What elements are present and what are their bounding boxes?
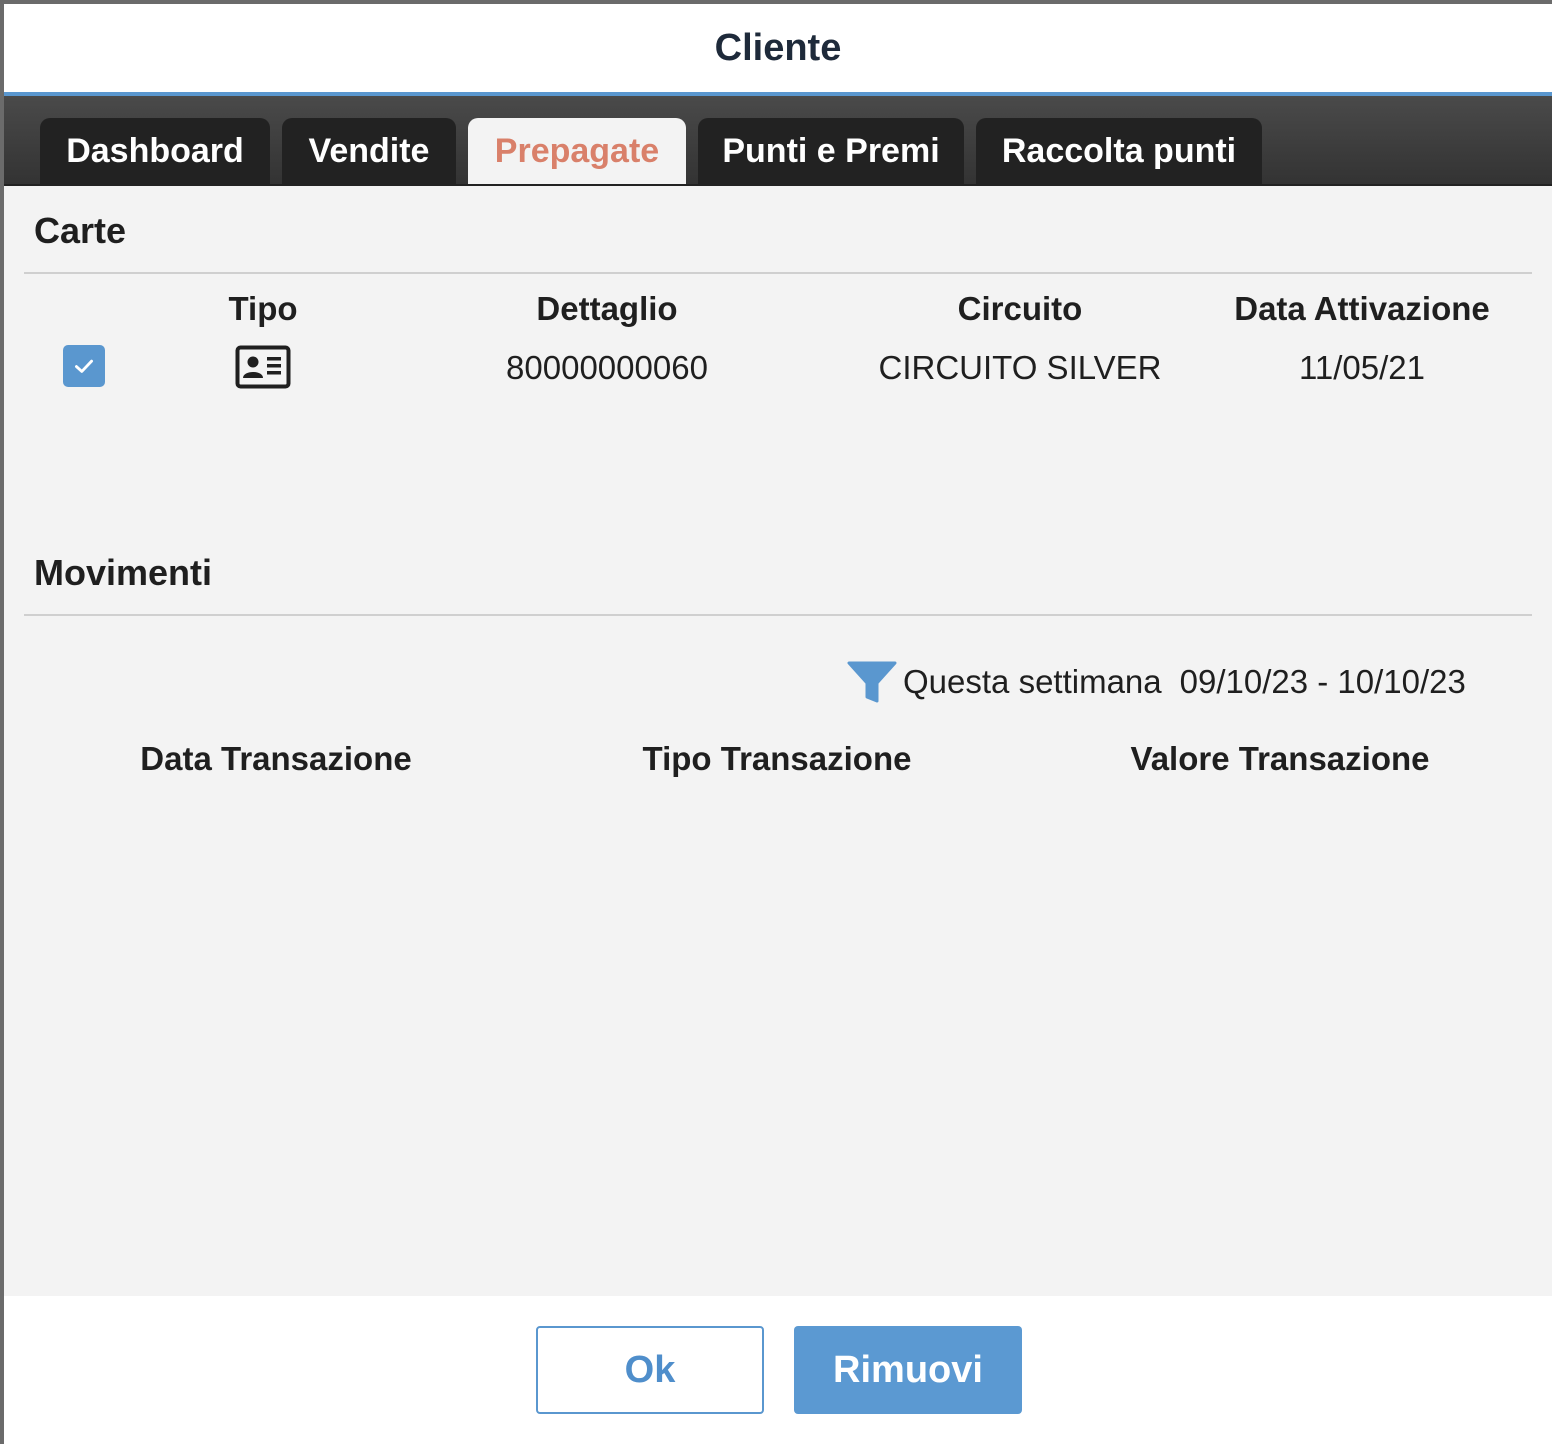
- tab-vendite[interactable]: Vendite: [282, 118, 456, 184]
- dialog-footer: Ok Rimuovi: [4, 1296, 1552, 1444]
- remove-button[interactable]: Rimuovi: [794, 1326, 1022, 1414]
- tab-punti-e-premi[interactable]: Punti e Premi: [698, 118, 964, 184]
- card-circuito: CIRCUITO SILVER: [878, 349, 1162, 386]
- filter-icon: [847, 661, 897, 703]
- card-dettaglio: 80000000060: [506, 349, 708, 386]
- filter-date-range: 09/10/23 - 10/10/23: [1179, 663, 1466, 700]
- dialog-title: Cliente: [714, 26, 842, 69]
- movimenti-section-title: Movimenti: [34, 552, 213, 593]
- movimenti-divider: [24, 614, 1532, 616]
- dialog-titlebar: Cliente: [4, 4, 1552, 96]
- check-icon: [75, 359, 93, 373]
- card-data-attivazione: 11/05/21: [1298, 349, 1425, 386]
- col-header-dettaglio: Dettaglio: [536, 290, 678, 327]
- carte-section-title: Carte: [34, 210, 127, 251]
- ok-button[interactable]: Ok: [536, 1326, 764, 1414]
- filter-label: Questa settimana: [903, 663, 1162, 700]
- client-dialog: Cliente Dashboard Vendite Prepagate Punt…: [4, 4, 1552, 1444]
- col-header-data-attivazione: Data Attivazione: [1234, 290, 1490, 327]
- tab-bar: Dashboard Vendite Prepagate Punti e Prem…: [4, 96, 1552, 186]
- col-header-tipo: Tipo: [228, 290, 298, 327]
- col-header-circuito: Circuito: [957, 290, 1083, 327]
- tab-prepagate[interactable]: Prepagate: [468, 118, 686, 184]
- tab-raccolta-punti[interactable]: Raccolta punti: [976, 118, 1262, 184]
- tab-dashboard[interactable]: Dashboard: [40, 118, 270, 184]
- col-header-data-transazione: Data Transazione: [140, 740, 412, 777]
- card-select-checkbox[interactable]: [63, 345, 105, 387]
- col-header-valore-transazione: Valore Transazione: [1130, 740, 1430, 777]
- carte-divider: [24, 272, 1532, 274]
- col-header-tipo-transazione: Tipo Transazione: [642, 740, 912, 777]
- date-filter[interactable]: Questa settimana 09/10/23 - 10/10/23: [847, 659, 1466, 705]
- id-card-icon: [235, 345, 291, 394]
